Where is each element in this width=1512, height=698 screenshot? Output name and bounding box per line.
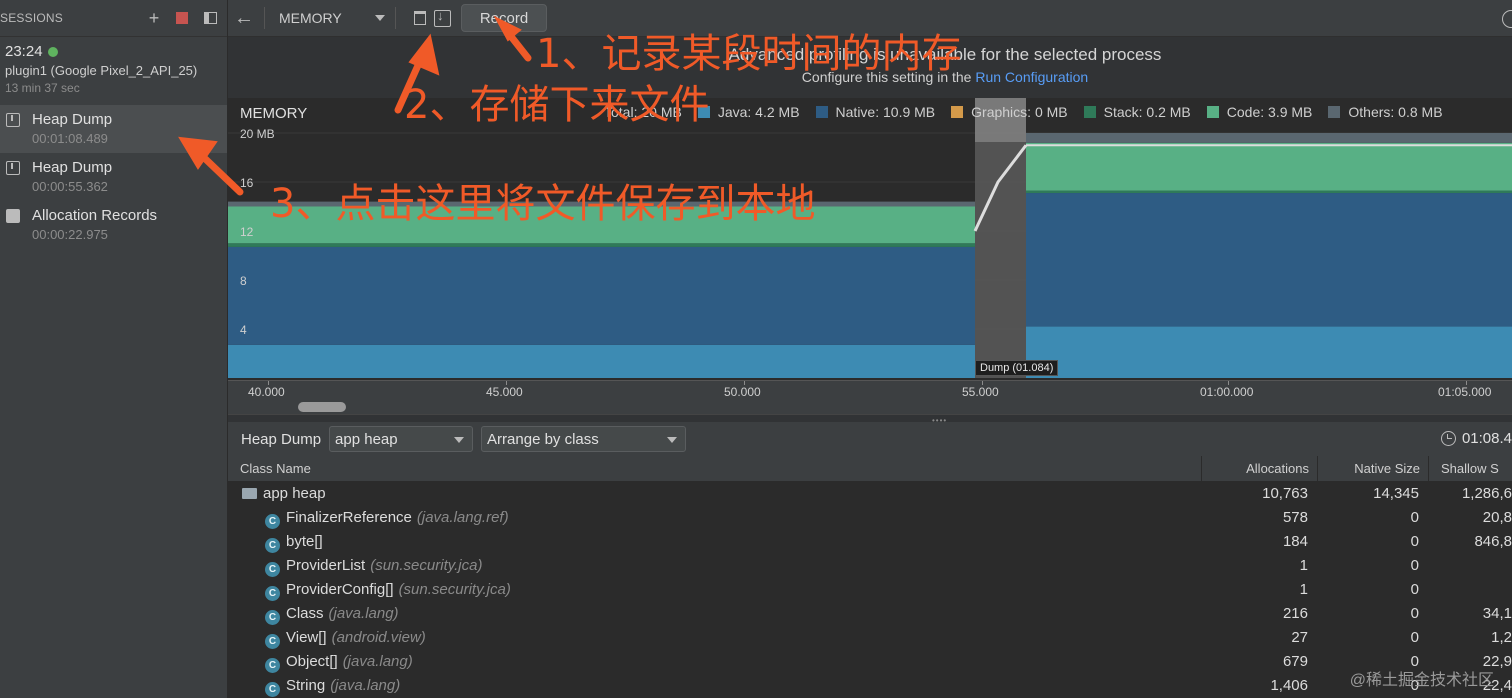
annotation-arrows — [178, 15, 532, 196]
arrow-1-head — [493, 15, 522, 42]
android-profiler-window: SESSIONS + 23:24 plugin1 (Google Pixel_2… — [0, 0, 1512, 698]
arrow-to-record — [493, 15, 532, 62]
arrow-to-dump — [394, 33, 440, 114]
watermark: @稀土掘金技术社区 — [1349, 672, 1494, 689]
arrow-to-heap-dump — [178, 136, 244, 196]
